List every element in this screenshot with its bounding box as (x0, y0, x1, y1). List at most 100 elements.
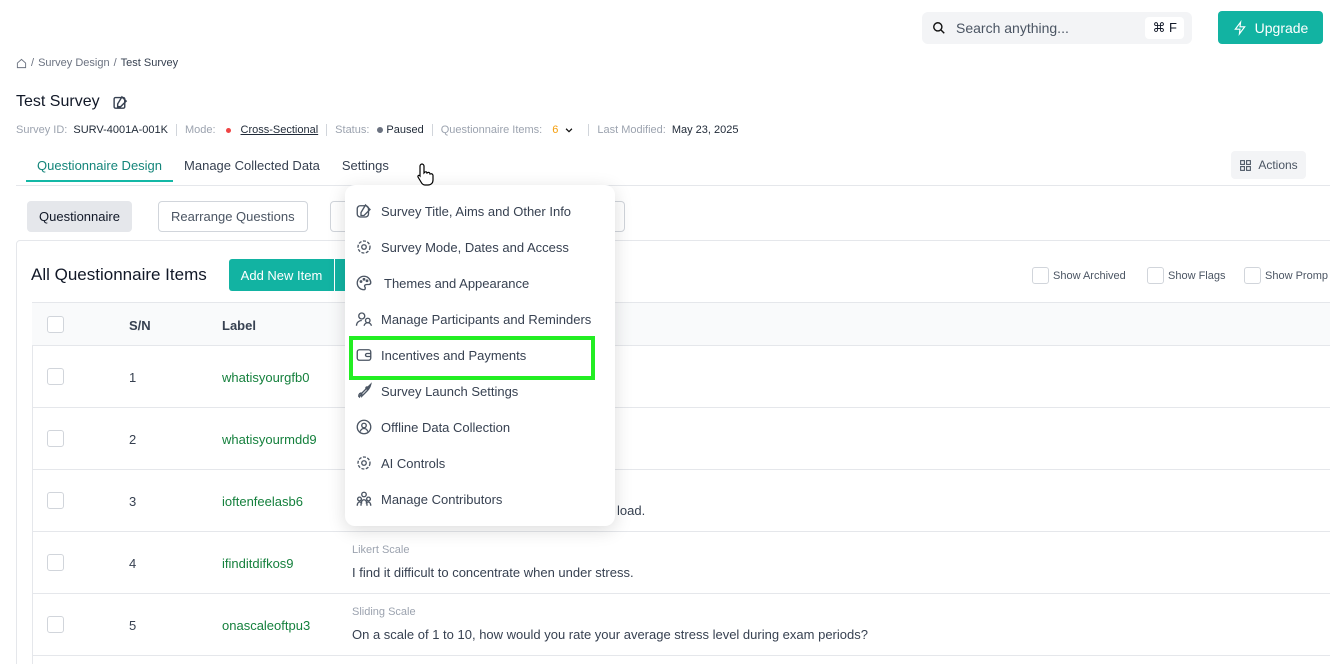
actions-button[interactable]: Actions (1231, 151, 1306, 179)
row-label[interactable]: whatisyourgfb0 (222, 370, 309, 385)
mode-dot (225, 127, 231, 133)
gear-icon (357, 456, 371, 470)
hand-cursor-icon (417, 163, 434, 186)
menu-item-survey-title[interactable]: Survey Title, Aims and Other Info (355, 196, 571, 226)
row-checkbox[interactable] (47, 368, 64, 385)
add-new-item-button[interactable]: Add New Item (229, 259, 334, 291)
status-badge: Paused (386, 124, 424, 136)
menu-item-label: Themes and Appearance (384, 275, 530, 291)
menu-item-survey-mode[interactable]: Survey Mode, Dates and Access (355, 232, 569, 262)
show-flags-option[interactable]: Show Flags (1147, 267, 1225, 284)
items-label: Questionnaire Items: (440, 124, 543, 136)
menu-item-label: AI Controls (381, 455, 446, 471)
users-icon (355, 312, 373, 326)
menu-item-label: Survey Title, Aims and Other Info (381, 203, 572, 219)
row-checkbox[interactable] (47, 492, 64, 509)
menu-item-themes[interactable]: Themes and Appearance (355, 268, 529, 298)
table-row[interactable]: 4 ifinditdifkos9 Likert Scale I find it … (32, 532, 1330, 594)
row-question: I find it difficult to concentrate when … (352, 565, 634, 580)
header-label: Label (222, 318, 256, 333)
survey-id-label: Survey ID: (16, 124, 68, 136)
table-row[interactable]: 1 whatisyourgfb0 (32, 346, 1330, 408)
table-header: S/N Label (32, 302, 1330, 346)
lightning-icon (1233, 19, 1246, 36)
user-badge-icon (356, 419, 372, 435)
row-type: Likert Scale (352, 544, 410, 556)
tab-questionnaire-design[interactable]: Questionnaire Design (26, 152, 174, 182)
main-tabs: Questionnaire Design Manage Collected Da… (26, 152, 400, 182)
checkbox[interactable] (1244, 267, 1261, 284)
show-archived-label: Show Archived (1053, 269, 1126, 282)
grid-icon (1240, 159, 1252, 171)
menu-item-label: Manage Participants and Reminders (381, 311, 592, 327)
palette-icon (356, 275, 372, 291)
row-checkbox[interactable] (47, 616, 64, 633)
settings-menu: Survey Title, Aims and Other Info Survey… (345, 185, 615, 526)
search-shortcut: ⌘ F (1145, 17, 1184, 39)
search-input[interactable]: Search anything... (956, 20, 1069, 36)
row-question: load. (617, 503, 646, 518)
edit-icon (356, 203, 371, 218)
row-sn: 4 (129, 556, 137, 571)
tab-manage-collected-data[interactable]: Manage Collected Data (173, 152, 331, 182)
table-row[interactable]: 2 whatisyourmdd9 (32, 408, 1330, 470)
checkbox[interactable] (1147, 267, 1164, 284)
row-label[interactable]: ifinditdifkos9 (222, 556, 294, 571)
table-row[interactable]: 3 ioftenfeelasb6 load. (32, 470, 1330, 532)
edit-icon[interactable] (112, 94, 129, 111)
search-bar[interactable]: Search anything... ⌘ F (922, 12, 1192, 44)
show-prompts-option[interactable]: Show Promp (1244, 267, 1328, 284)
menu-item-launch-settings[interactable]: Survey Launch Settings (355, 376, 518, 406)
actions-label: Actions (1258, 158, 1298, 172)
row-checkbox[interactable] (47, 554, 64, 571)
mode-link[interactable]: Cross-Sectional (241, 124, 319, 136)
menu-item-ai-controls[interactable]: AI Controls (355, 448, 445, 478)
survey-id: SURV-4001A-001K (73, 124, 168, 136)
menu-item-offline[interactable]: Offline Data Collection (355, 412, 510, 442)
upgrade-button[interactable]: Upgrade (1218, 11, 1323, 44)
gear-icon (357, 240, 371, 254)
header-sn: S/N (129, 318, 151, 333)
menu-item-label: Survey Launch Settings (381, 383, 519, 399)
search-icon (933, 22, 945, 34)
team-icon (356, 491, 372, 506)
modified-date: May 23, 2025 (671, 124, 739, 136)
select-all-checkbox[interactable] (47, 316, 64, 333)
status-label: Status: (335, 124, 370, 136)
questionnaire-table: S/N Label 1 whatisyourgfb0 2 whatisyourm… (32, 302, 1330, 656)
breadcrumb: / Survey Design / Test Survey (16, 57, 178, 69)
chevron-down-icon[interactable] (564, 125, 574, 135)
checkbox[interactable] (1032, 267, 1049, 284)
breadcrumb-link[interactable]: Survey Design (38, 57, 110, 69)
tab-settings[interactable]: Settings (331, 152, 400, 182)
menu-item-label: Incentives and Payments (381, 347, 527, 363)
status-dot (377, 127, 384, 133)
row-sn: 3 (129, 494, 137, 509)
show-prompts-label: Show Promp (1265, 269, 1328, 282)
survey-meta: Survey ID: SURV-4001A-001K Mode: Cross-S… (16, 124, 739, 136)
page-title: Test Survey (16, 93, 129, 111)
menu-item-participants[interactable]: Manage Participants and Reminders (355, 304, 591, 334)
menu-item-contributors[interactable]: Manage Contributors (355, 484, 502, 514)
home-icon[interactable] (16, 58, 27, 69)
menu-item-label: Offline Data Collection (381, 419, 511, 435)
row-label[interactable]: onascaleoftpu3 (222, 618, 310, 633)
menu-item-label: Survey Mode, Dates and Access (381, 239, 569, 255)
row-question: On a scale of 1 to 10, how would you rat… (352, 627, 868, 642)
show-archived-option[interactable]: Show Archived (1032, 267, 1126, 284)
menu-item-incentives[interactable]: Incentives and Payments (355, 340, 526, 370)
wallet-icon (356, 349, 372, 361)
subtab-rearrange-questions[interactable]: Rearrange Questions (158, 201, 308, 232)
modified-label: Last Modified: (597, 124, 666, 136)
subtab-questionnaire[interactable]: Questionnaire (27, 201, 132, 232)
table-row[interactable]: 5 onascaleoftpu3 Sliding Scale On a scal… (32, 594, 1330, 656)
row-type: Sliding Scale (352, 606, 416, 618)
row-sn: 1 (129, 370, 137, 385)
row-checkbox[interactable] (47, 430, 64, 447)
items-count: 6 (552, 124, 559, 136)
row-label[interactable]: whatisyourmdd9 (222, 432, 317, 447)
row-label[interactable]: ioftenfeelasb6 (222, 494, 303, 509)
rocket-icon (358, 382, 372, 399)
breadcrumb-current: Test Survey (120, 57, 179, 69)
show-flags-label: Show Flags (1168, 269, 1226, 282)
